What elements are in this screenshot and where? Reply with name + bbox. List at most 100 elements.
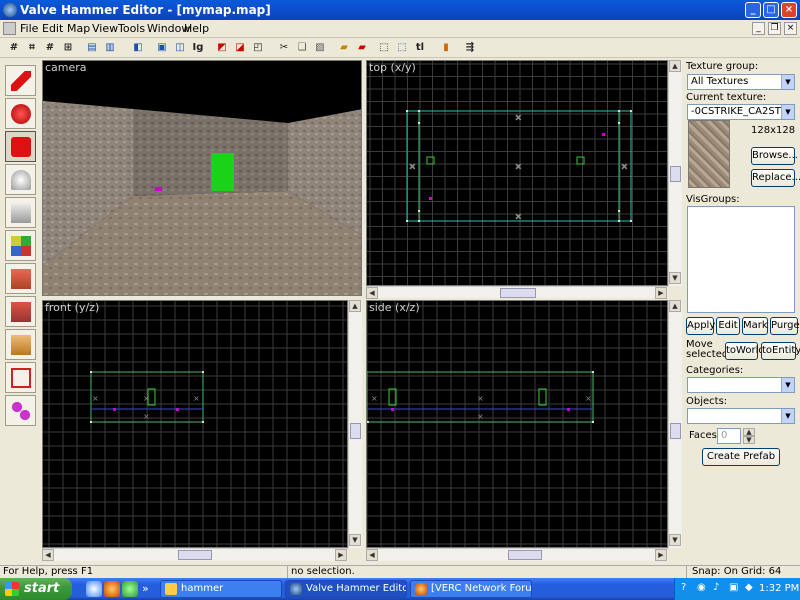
texture-lock-icon[interactable]: ▰ [336,40,352,56]
edit-button[interactable]: Edit [716,317,740,335]
dropdown-arrow-icon[interactable]: ▼ [781,378,794,392]
front-vertical-scrollbar[interactable]: ▲ ▼ [348,300,362,548]
scroll-thumb[interactable] [500,288,536,298]
scroll-up-icon[interactable]: ▲ [669,60,681,72]
dropdown-arrow-icon[interactable]: ▼ [781,409,794,423]
scroll-down-icon[interactable]: ▼ [669,272,681,284]
scroll-left-icon[interactable]: ◀ [42,549,54,561]
faces-up-icon[interactable]: ▲ [743,428,755,436]
visgroups-list[interactable] [687,206,795,313]
block-tool[interactable] [5,197,36,228]
magnify-tool[interactable] [5,98,36,129]
ignore-groups-icon[interactable]: Ig [190,40,206,56]
run-map-icon[interactable]: ⇶ [462,40,478,56]
apply-button[interactable]: Apply [686,317,715,335]
selection-tool[interactable] [5,65,36,96]
decal-tool[interactable] [5,296,36,327]
scroll-down-icon[interactable]: ▼ [669,534,681,546]
show-selected-icon[interactable]: ◪ [232,40,248,56]
scroll-thumb[interactable] [178,550,212,560]
menu-map[interactable]: Map [67,22,90,35]
scroll-right-icon[interactable]: ▶ [655,549,667,561]
grid-toggle-icon[interactable]: # [6,40,22,56]
current-texture-select[interactable]: -0CSTRIKE_CA2ST ▼ [687,104,795,120]
network-icon[interactable]: ▣ [729,582,738,593]
scroll-down-icon[interactable]: ▼ [349,534,361,546]
menu-file[interactable]: File [20,22,38,35]
copy-icon[interactable]: ❏ [294,40,310,56]
grid-larger-icon[interactable]: # [42,40,58,56]
scroll-thumb[interactable] [670,423,681,439]
scroll-up-icon[interactable]: ▲ [349,300,361,312]
carve-icon[interactable]: ◧ [130,40,146,56]
start-button[interactable]: start [0,578,72,600]
texture-scale-icon[interactable]: ▰ [354,40,370,56]
top-horizontal-scrollbar[interactable]: ◀ ▶ [366,286,668,299]
3d-grid-icon[interactable]: ⌗ [24,40,40,56]
scroll-thumb[interactable] [350,423,361,439]
camera-viewport[interactable]: camera [42,60,362,296]
side-vertical-scrollbar[interactable]: ▲ ▼ [668,300,682,548]
scroll-right-icon[interactable]: ▶ [655,287,667,299]
hammer-app-icon[interactable] [3,3,17,17]
paste-icon[interactable]: ▨ [312,40,328,56]
grid-smaller-icon[interactable]: ⊞ [60,40,76,56]
toggle-selection-icon[interactable]: ⬚ [394,40,410,56]
title-bar[interactable]: Valve Hammer Editor - [mymap.map] _ □ × [0,0,800,20]
path-tool[interactable] [5,395,36,426]
scroll-thumb[interactable] [670,166,681,182]
dropdown-arrow-icon[interactable]: ▼ [781,105,794,119]
show-all-icon[interactable]: ◰ [250,40,266,56]
scroll-thumb[interactable] [508,550,542,560]
ie-icon[interactable] [86,581,102,597]
menu-help[interactable]: Help [184,22,209,35]
entity-tool[interactable] [5,164,36,195]
cordon-icon[interactable]: ▮ [438,40,454,56]
scroll-left-icon[interactable]: ◀ [366,549,378,561]
quicklaunch-icon[interactable] [122,581,138,597]
maximize-button[interactable]: □ [763,2,779,18]
task-hammer-folder[interactable]: hammer [160,580,282,598]
group-icon[interactable]: ▣ [154,40,170,56]
mdi-minimize-button[interactable]: _ [752,22,765,35]
dropdown-arrow-icon[interactable]: ▼ [781,75,794,89]
top-vertical-scrollbar[interactable]: ▲ ▼ [668,60,682,286]
scroll-right-icon[interactable]: ▶ [335,549,347,561]
mdi-close-button[interactable]: × [784,22,797,35]
faces-down-icon[interactable]: ▼ [743,436,755,444]
front-horizontal-scrollbar[interactable]: ◀ ▶ [42,548,348,561]
apply-current-texture-tool[interactable] [5,263,36,294]
save-window-state-icon[interactable]: ▥ [102,40,118,56]
side-viewport[interactable]: side (x/z) × × × × [366,300,668,548]
ungroup-icon[interactable]: ◫ [172,40,188,56]
create-prefab-button[interactable]: Create Prefab [702,448,780,466]
side-horizontal-scrollbar[interactable]: ◀ ▶ [366,548,668,561]
texture-application-tool[interactable] [5,230,36,261]
tray-icon[interactable]: ◉ [697,582,706,593]
tray-icon[interactable]: ◆ [745,582,753,593]
task-hammer-editor[interactable]: Valve Hammer Editor ... [285,580,407,598]
to-entity-button[interactable]: toEntity [761,342,800,360]
help-tray-icon[interactable]: ? [681,582,686,593]
task-verc-forum[interactable]: [VERC Network Foru... [410,580,532,598]
firefox-icon[interactable] [104,581,120,597]
cut-icon[interactable]: ✂ [276,40,292,56]
toggle-texture-lock-icon[interactable]: tl [412,40,428,56]
mdi-restore-button[interactable]: ❐ [768,22,781,35]
camera-tool[interactable] [5,131,36,162]
mark-button[interactable]: Mark [742,317,768,335]
browse-button[interactable]: Browse... [751,147,798,165]
to-world-button[interactable]: toWorld [725,342,765,360]
replace-button[interactable]: Replace... [751,169,800,187]
hide-selected-icon[interactable]: ◩ [214,40,230,56]
faces-input[interactable]: 0 [717,428,741,444]
vertex-manipulation-tool[interactable] [5,362,36,393]
front-viewport[interactable]: front (y/z) × × × × [42,300,348,548]
objects-select[interactable]: ▼ [687,408,795,424]
minimize-button[interactable]: _ [745,2,761,18]
categories-select[interactable]: ▼ [687,377,795,393]
toggle-handles-icon[interactable]: ⬚ [376,40,392,56]
quicklaunch-more-icon[interactable]: » [142,582,149,595]
scroll-left-icon[interactable]: ◀ [366,287,378,299]
menu-view[interactable]: View [92,22,118,35]
